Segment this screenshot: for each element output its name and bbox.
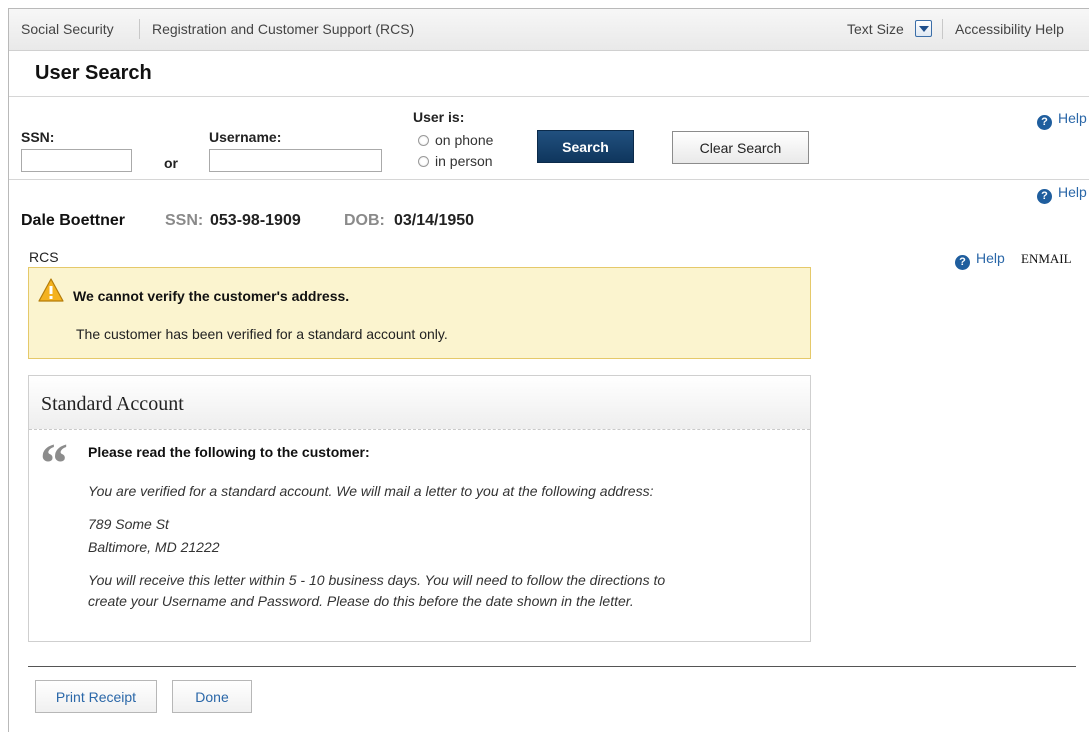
radio-button-icon[interactable]	[418, 135, 429, 146]
divider	[942, 19, 943, 39]
warning-title: We cannot verify the customer's address.	[73, 288, 350, 304]
radio-in-person[interactable]: in person	[418, 153, 493, 169]
or-label: or	[164, 155, 178, 171]
username-input[interactable]	[209, 149, 382, 172]
standard-account-panel: Standard Account “ Please read the follo…	[28, 375, 811, 642]
question-circle-icon: ?	[1037, 189, 1052, 204]
question-circle-icon: ?	[1037, 115, 1052, 130]
script-paragraph-2-line-1: You will receive this letter within 5 - …	[88, 572, 666, 588]
warning-body: The customer has been verified for a sta…	[76, 326, 448, 342]
help-label: Help	[1058, 184, 1087, 200]
divider	[28, 666, 1076, 667]
quote-icon: “	[40, 433, 68, 495]
help-label: Help	[976, 250, 1005, 266]
accessibility-help-link[interactable]: Accessibility Help	[955, 21, 1064, 37]
help-label: Help	[1058, 110, 1087, 126]
top-bar: Social Security Registration and Custome…	[9, 9, 1089, 51]
customer-ssn: 053-98-1909	[210, 212, 301, 229]
help-link-customer[interactable]: ? Help	[1037, 184, 1087, 204]
dob-key: DOB:	[344, 212, 385, 229]
panel-header: Standard Account	[29, 376, 810, 430]
help-link-search[interactable]: ? Help	[1037, 110, 1087, 130]
divider	[9, 179, 1089, 180]
warning-icon	[38, 278, 64, 302]
rcs-label: RCS	[29, 249, 59, 265]
enmail-label: ENMAIL	[1021, 251, 1072, 266]
customer-dob: 03/14/1950	[394, 212, 475, 229]
clear-search-button[interactable]: Clear Search	[672, 131, 809, 164]
done-button[interactable]: Done	[172, 680, 252, 713]
radio-on-phone[interactable]: on phone	[418, 132, 493, 148]
read-instruction: Please read the following to the custome…	[88, 444, 370, 460]
customer-name: Dale Boettner	[21, 212, 126, 229]
help-link-rcs[interactable]: ? Help	[955, 250, 1005, 270]
page-title: User Search	[35, 62, 152, 84]
warning-box: We cannot verify the customer's address.…	[28, 267, 811, 359]
title-bar: User Search	[9, 52, 1089, 97]
ssn-key: SSN:	[165, 212, 204, 229]
script-paragraph-1: You are verified for a standard account.…	[88, 483, 654, 499]
ssn-label: SSN:	[21, 129, 55, 145]
user-is-label: User is:	[413, 109, 465, 125]
radio-on-phone-label: on phone	[435, 132, 494, 148]
script-paragraph-2-line-2: create your Username and Password. Pleas…	[88, 593, 634, 609]
username-label: Username:	[209, 129, 282, 145]
search-button[interactable]: Search	[537, 130, 634, 163]
address-line-1: 789 Some St	[88, 516, 169, 532]
app-frame: Social Security Registration and Custome…	[8, 8, 1089, 732]
divider	[139, 19, 140, 39]
ssn-input[interactable]	[21, 149, 132, 172]
address-line-2: Baltimore, MD 21222	[88, 539, 220, 555]
print-receipt-button[interactable]: Print Receipt	[35, 680, 157, 713]
question-circle-icon: ?	[955, 255, 970, 270]
panel-title: Standard Account	[41, 393, 184, 415]
section-name: Registration and Customer Support (RCS)	[152, 21, 415, 37]
text-size-dropdown-icon[interactable]	[915, 20, 932, 37]
text-size-label[interactable]: Text Size	[847, 21, 904, 37]
radio-button-icon[interactable]	[418, 156, 429, 167]
radio-in-person-label: in person	[435, 153, 493, 169]
app-name: Social Security	[21, 21, 114, 37]
